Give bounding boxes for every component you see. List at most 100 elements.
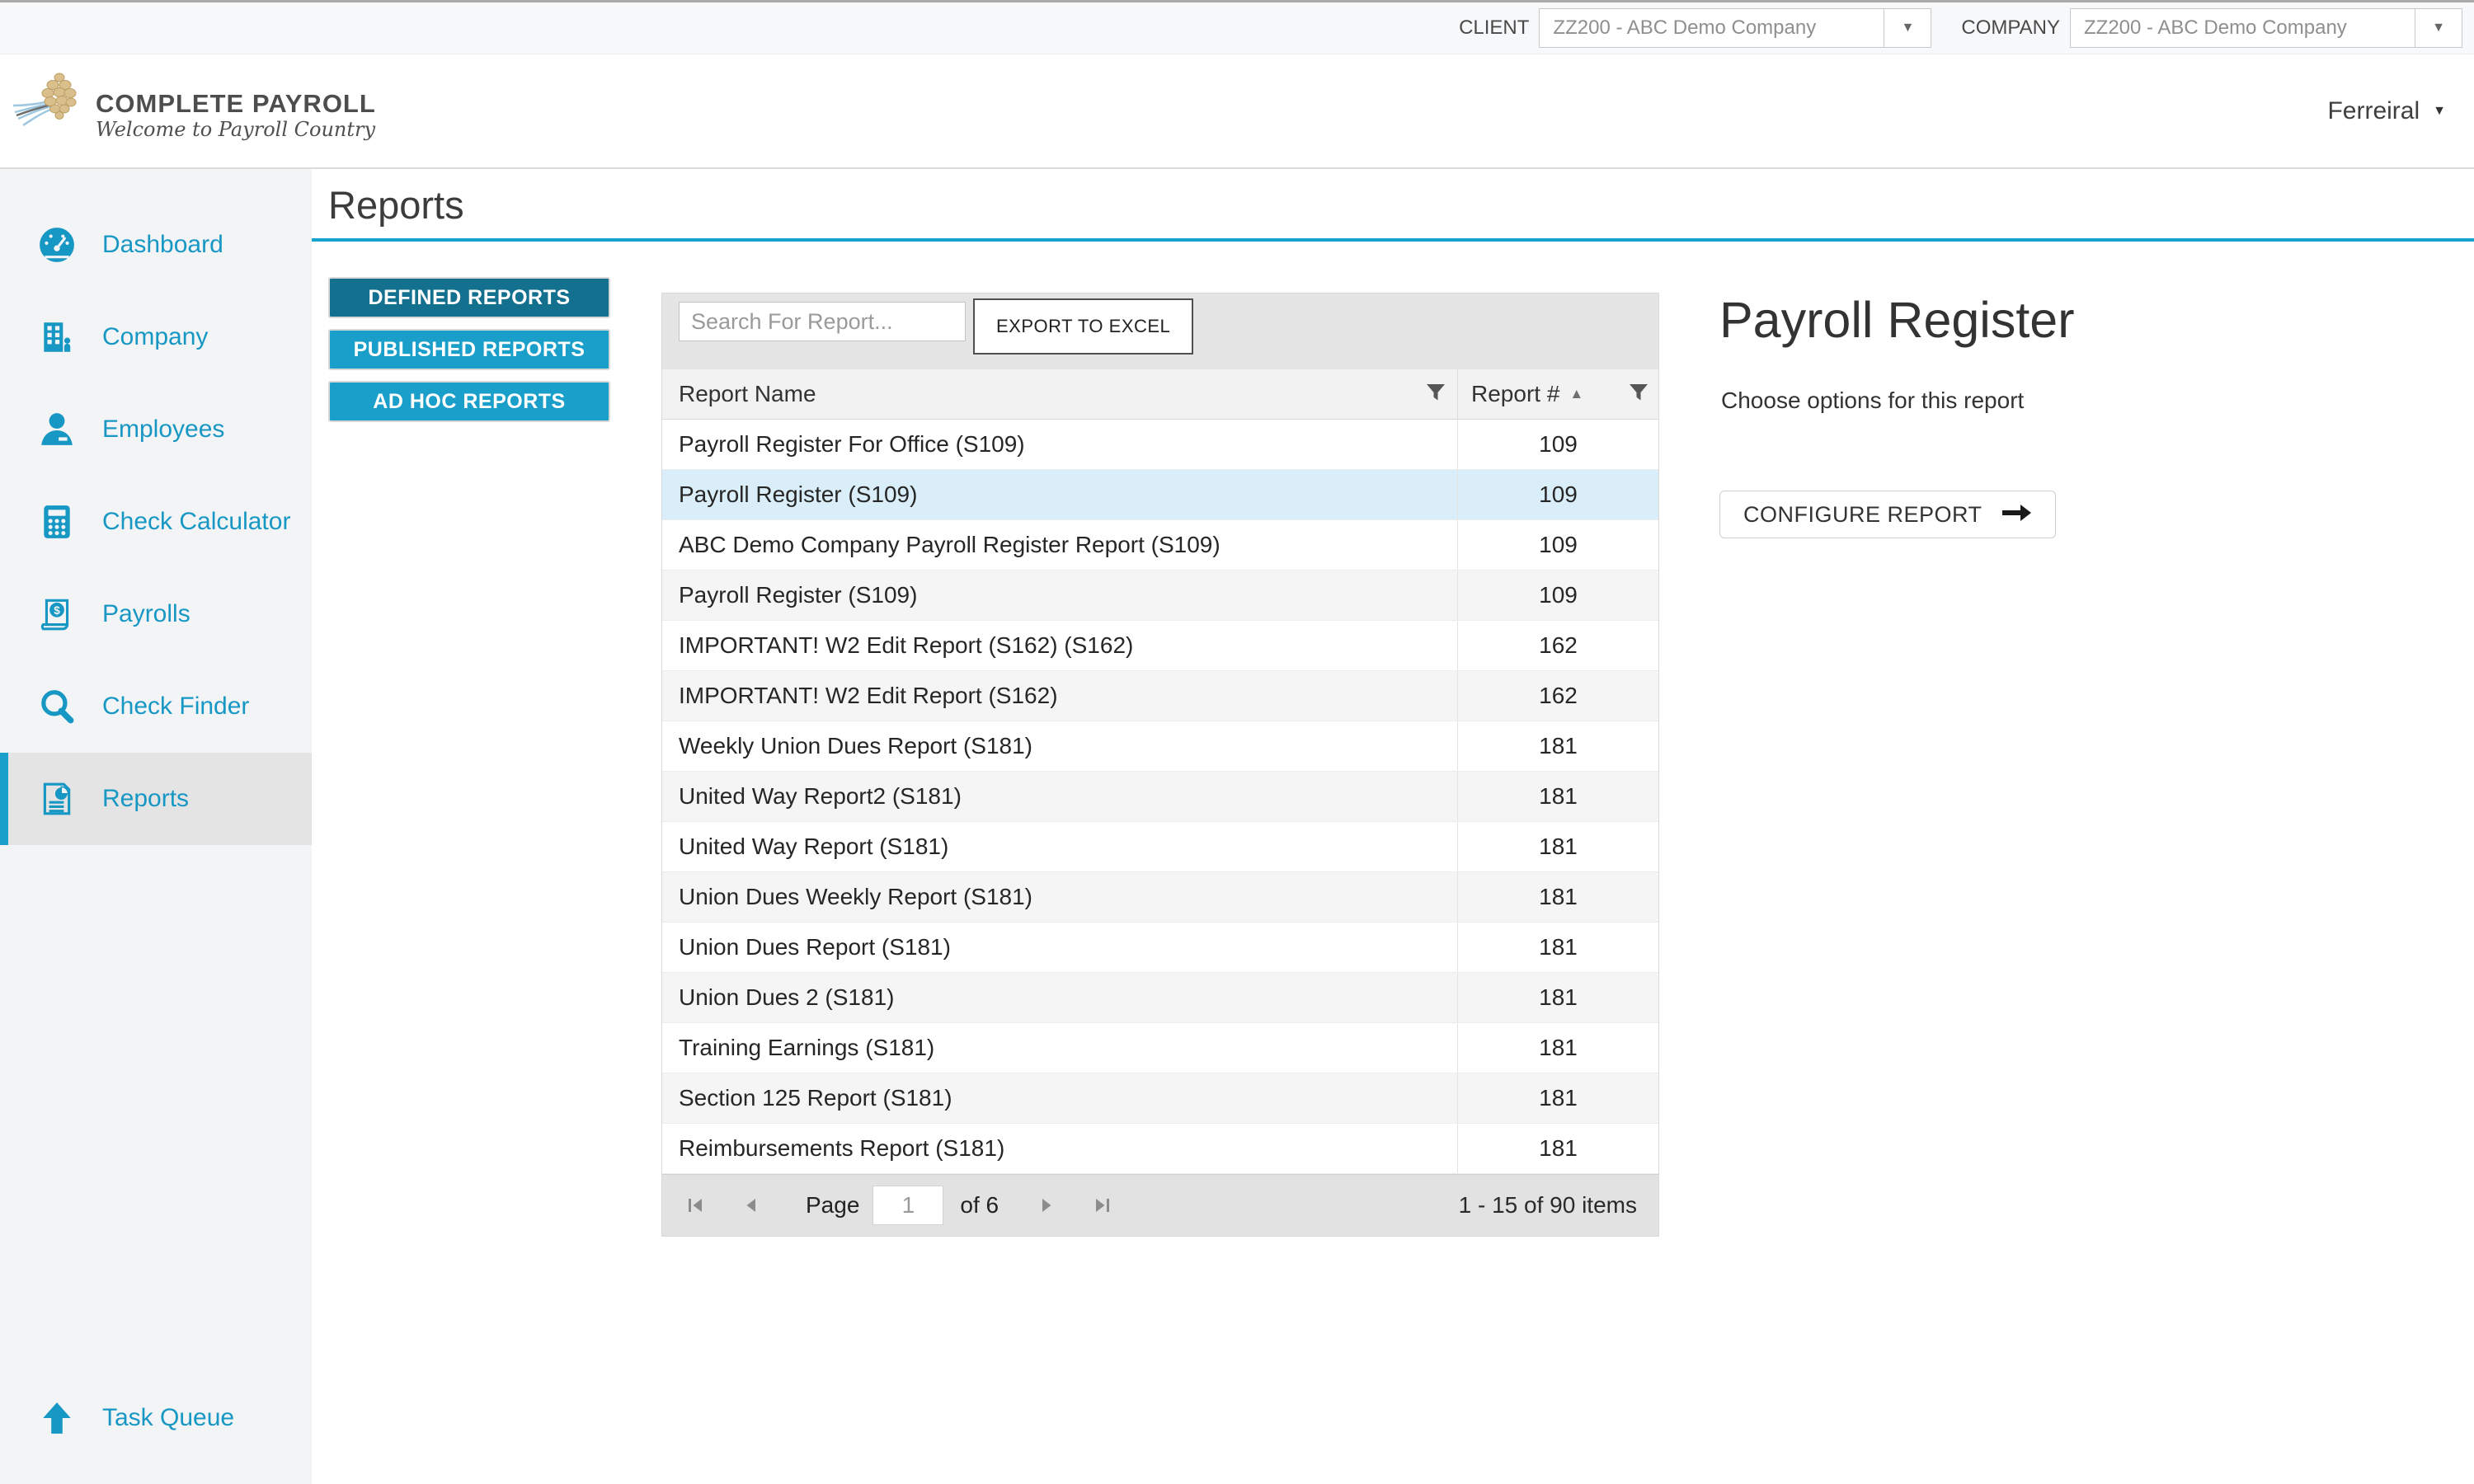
report-name-cell: Payroll Register (S109) xyxy=(662,470,1458,519)
column-header-report-number[interactable]: Report # ▲ xyxy=(1458,369,1658,419)
report-number-cell: 181 xyxy=(1458,733,1658,759)
arrow-up-icon xyxy=(38,1399,76,1437)
logo-title: COMPLETE PAYROLL xyxy=(96,91,376,116)
report-number-cell: 181 xyxy=(1458,1035,1658,1061)
company-select[interactable]: ZZ200 - ABC Demo Company ▼ xyxy=(2070,8,2462,48)
search-input[interactable] xyxy=(679,302,966,341)
table-row[interactable]: Union Dues Weekly Report (S181) 181 xyxy=(662,872,1658,923)
arrow-right-icon xyxy=(2002,502,2032,528)
table-row[interactable]: Payroll Register (S109) 109 xyxy=(662,470,1658,520)
sidebar-item-label: Payrolls xyxy=(102,600,190,628)
sidebar-item-check-calculator[interactable]: Check Calculator xyxy=(0,476,312,568)
sidebar: Dashboard Company xyxy=(0,169,312,1484)
building-icon xyxy=(38,318,76,356)
company-label: COMPANY xyxy=(1961,16,2060,40)
chevron-down-icon: ▼ xyxy=(2433,104,2446,119)
table-row[interactable]: Union Dues 2 (S181) 181 xyxy=(662,973,1658,1023)
export-to-excel-button[interactable]: EXPORT TO EXCEL xyxy=(973,298,1193,355)
table-row[interactable]: Reimbursements Report (S181) 181 xyxy=(662,1124,1658,1174)
table-row[interactable]: Payroll Register For Office (S109) 109 xyxy=(662,420,1658,470)
report-number-cell: 162 xyxy=(1458,683,1658,709)
sidebar-item-payrolls[interactable]: $ Payrolls xyxy=(0,568,312,660)
page-of-label: of 6 xyxy=(960,1192,999,1219)
magnifier-icon xyxy=(38,688,76,726)
sidebar-item-label: Check Calculator xyxy=(102,508,290,536)
report-number-cell: 109 xyxy=(1458,532,1658,558)
table-row[interactable]: Weekly Union Dues Report (S181) 181 xyxy=(662,721,1658,772)
sidebar-item-check-finder[interactable]: Check Finder xyxy=(0,660,312,753)
configure-report-button[interactable]: CONFIGURE REPORT xyxy=(1719,491,2056,538)
page-input[interactable] xyxy=(872,1186,943,1225)
logo-tagline: Welcome to Payroll Country xyxy=(96,120,376,139)
table-row[interactable]: United Way Report (S181) 181 xyxy=(662,822,1658,872)
first-page-icon[interactable] xyxy=(685,1195,705,1215)
table-row[interactable]: Section 125 Report (S181) 181 xyxy=(662,1073,1658,1124)
table-row[interactable]: Union Dues Report (S181) 181 xyxy=(662,923,1658,973)
filter-icon[interactable] xyxy=(1629,381,1649,407)
svg-text:$: $ xyxy=(54,604,60,617)
chevron-down-icon[interactable]: ▼ xyxy=(2415,9,2462,47)
last-page-icon[interactable] xyxy=(1093,1195,1112,1215)
table-row[interactable]: Payroll Register (S109) 109 xyxy=(662,571,1658,621)
report-name-cell: Training Earnings (S181) xyxy=(662,1023,1458,1073)
report-number-cell: 181 xyxy=(1458,1085,1658,1111)
title-underline xyxy=(312,238,2474,242)
person-icon xyxy=(38,411,76,448)
report-name-cell: Payroll Register For Office (S109) xyxy=(662,420,1458,469)
dashboard-icon xyxy=(38,226,76,264)
report-name-cell: Weekly Union Dues Report (S181) xyxy=(662,721,1458,771)
items-range-label: 1 - 15 of 90 items xyxy=(1459,1192,1637,1219)
app-header: COMPLETE PAYROLL Welcome to Payroll Coun… xyxy=(0,54,2474,169)
report-name-cell: Section 125 Report (S181) xyxy=(662,1073,1458,1123)
sidebar-item-label: Reports xyxy=(102,785,189,813)
report-number-cell: 109 xyxy=(1458,431,1658,458)
report-name-cell: United Way Report (S181) xyxy=(662,822,1458,871)
sidebar-item-company[interactable]: Company xyxy=(0,291,312,383)
sidebar-item-label: Task Queue xyxy=(102,1404,234,1432)
report-name-cell: IMPORTANT! W2 Edit Report (S162) (S162) xyxy=(662,621,1458,670)
report-number-cell: 162 xyxy=(1458,632,1658,659)
table-body: Payroll Register For Office (S109) 109 P… xyxy=(662,420,1658,1174)
sidebar-item-employees[interactable]: Employees xyxy=(0,383,312,476)
sidebar-item-label: Check Finder xyxy=(102,693,249,721)
table-row[interactable]: IMPORTANT! W2 Edit Report (S162) (S162) … xyxy=(662,621,1658,671)
sort-ascending-icon: ▲ xyxy=(1569,386,1583,402)
pinecone-logo-icon xyxy=(12,68,91,151)
report-number-cell: 181 xyxy=(1458,834,1658,860)
chevron-down-icon[interactable]: ▼ xyxy=(1884,9,1931,47)
user-menu[interactable]: Ferreiral ▼ xyxy=(2327,54,2446,167)
report-name-cell: Payroll Register (S109) xyxy=(662,571,1458,620)
table-row[interactable]: IMPORTANT! W2 Edit Report (S162) 162 xyxy=(662,671,1658,721)
sidebar-item-dashboard[interactable]: Dashboard xyxy=(0,199,312,291)
report-name-cell: Reimbursements Report (S181) xyxy=(662,1124,1458,1173)
sidebar-item-reports[interactable]: Reports xyxy=(0,753,312,845)
tab-published-reports[interactable]: PUBLISHED REPORTS xyxy=(328,329,610,370)
page-title: Reports xyxy=(328,184,464,227)
report-name-cell: Union Dues Report (S181) xyxy=(662,923,1458,972)
table-row[interactable]: Training Earnings (S181) 181 xyxy=(662,1023,1658,1073)
report-document-icon xyxy=(38,780,76,818)
filter-icon[interactable] xyxy=(1426,381,1446,407)
top-bar: CLIENT ZZ200 - ABC Demo Company ▼ COMPAN… xyxy=(0,0,2474,54)
main-content: Reports DEFINED REPORTS PUBLISHED REPORT… xyxy=(312,169,2474,1484)
previous-page-icon[interactable] xyxy=(741,1195,761,1215)
client-select-value: ZZ200 - ABC Demo Company xyxy=(1540,9,1884,47)
report-number-cell: 181 xyxy=(1458,984,1658,1011)
pagination-bar: Page of 6 1 - 15 of 90 items xyxy=(662,1174,1658,1236)
report-number-cell: 181 xyxy=(1458,1135,1658,1162)
reports-table-panel: EXPORT TO EXCEL Report Name Report # ▲ P… xyxy=(661,293,1659,1237)
next-page-icon[interactable] xyxy=(1037,1195,1056,1215)
table-header-row: Report Name Report # ▲ xyxy=(662,369,1658,420)
report-name-cell: United Way Report2 (S181) xyxy=(662,772,1458,821)
report-number-cell: 109 xyxy=(1458,582,1658,608)
sidebar-item-task-queue[interactable]: Task Queue xyxy=(0,1372,312,1464)
table-row[interactable]: ABC Demo Company Payroll Register Report… xyxy=(662,520,1658,571)
client-select[interactable]: ZZ200 - ABC Demo Company ▼ xyxy=(1539,8,1931,48)
column-header-report-name[interactable]: Report Name xyxy=(662,369,1458,419)
table-row[interactable]: United Way Report2 (S181) 181 xyxy=(662,772,1658,822)
selected-report-title: Payroll Register xyxy=(1719,293,2075,348)
page-label: Page xyxy=(806,1192,859,1219)
tab-ad-hoc-reports[interactable]: AD HOC REPORTS xyxy=(328,381,610,422)
report-name-cell: Union Dues Weekly Report (S181) xyxy=(662,872,1458,922)
tab-defined-reports[interactable]: DEFINED REPORTS xyxy=(328,277,610,318)
